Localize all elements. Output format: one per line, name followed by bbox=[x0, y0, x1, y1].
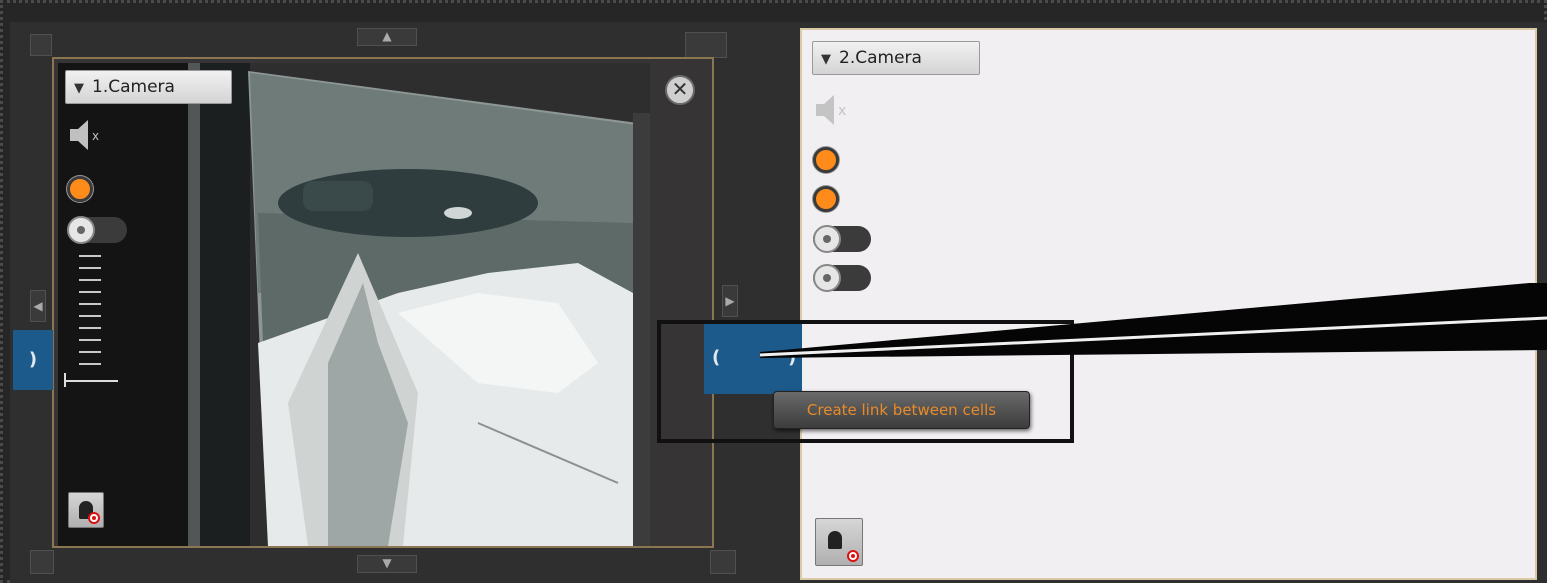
pointer-arrow-icon bbox=[759, 283, 1547, 358]
